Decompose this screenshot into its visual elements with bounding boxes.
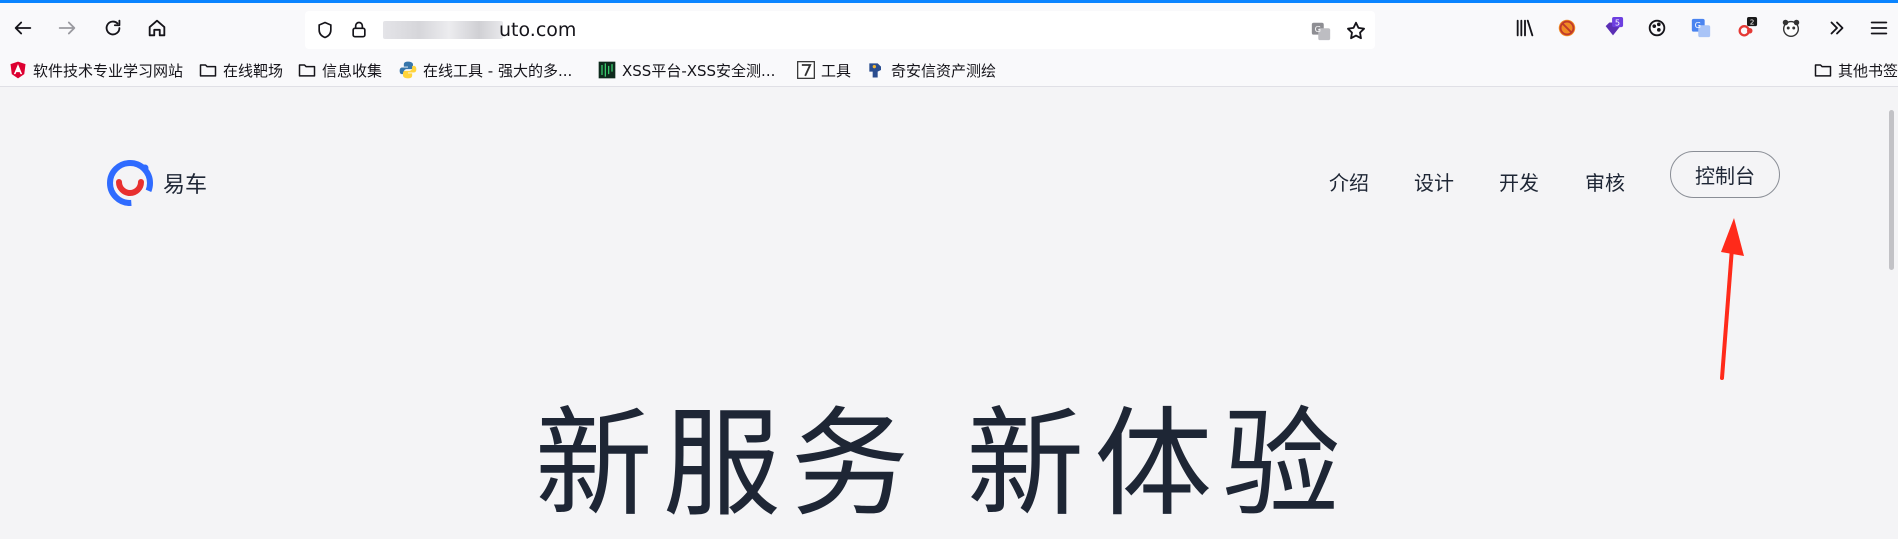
shield-icon[interactable] (315, 20, 335, 40)
xss-icon (597, 60, 617, 80)
svg-text:2: 2 (1750, 17, 1755, 26)
bookmark-item[interactable]: 在线工具 - 强大的多... (398, 60, 572, 80)
bookmark-label: 在线工具 - 强大的多... (423, 61, 573, 80)
translate-addon-icon: G (1691, 18, 1711, 38)
navigation-toolbar: uto.com G 5 G 2 (0, 3, 1898, 53)
panda-addon-button[interactable] (1774, 11, 1808, 45)
home-icon (148, 19, 166, 37)
cookie-addon-button[interactable] (1640, 11, 1674, 45)
hunter-icon (866, 60, 886, 80)
library-button[interactable] (1508, 11, 1542, 45)
reload-button[interactable] (96, 11, 130, 45)
brand-name: 易车 (163, 173, 208, 198)
yiche-logo-icon (106, 159, 154, 207)
seven-icon (796, 60, 816, 80)
home-button[interactable] (140, 11, 174, 45)
translate-addon-button[interactable]: G (1684, 11, 1718, 45)
red-dots-addon-icon: 2 (1738, 17, 1758, 37)
page-scrollbar[interactable] (1889, 110, 1894, 270)
bookmark-item[interactable]: 奇安信资产测绘 (866, 60, 996, 80)
red-dots-addon-button[interactable]: 2 (1730, 11, 1764, 45)
reload-icon (105, 19, 121, 36)
nav-design[interactable]: 设计 (1414, 167, 1454, 196)
nav-develop[interactable]: 开发 (1499, 167, 1539, 196)
back-button[interactable] (6, 11, 40, 45)
bookmark-item[interactable]: 工具 (796, 60, 851, 80)
site-logo[interactable]: 易车 (105, 158, 207, 208)
bookmark-item[interactable]: XSS平台-XSS安全测... (597, 60, 775, 80)
other-bookmarks-folder[interactable]: 其他书签 (1813, 60, 1898, 80)
overflow-icon (1830, 21, 1844, 35)
svg-text:5: 5 (1615, 17, 1620, 27)
forward-button[interactable] (50, 11, 84, 45)
folder-icon (1813, 60, 1833, 80)
bookmark-folder[interactable]: 信息收集 (297, 60, 382, 80)
bookmark-folder[interactable]: 在线靶场 (198, 60, 283, 80)
bookmark-label: 软件技术专业学习网站 (33, 61, 184, 80)
purple-addon-button[interactable]: 5 (1596, 11, 1630, 45)
blocked-addon-button[interactable] (1550, 11, 1584, 45)
purple-addon-icon: 5 (1605, 17, 1624, 36)
console-button[interactable]: 控制台 (1670, 151, 1780, 198)
lock-icon[interactable] (349, 20, 369, 40)
bookmark-label: 工具 (821, 61, 852, 80)
menu-icon (1870, 21, 1888, 35)
nav-intro[interactable]: 介绍 (1329, 167, 1369, 196)
bookmark-item[interactable]: 软件技术专业学习网站 (8, 60, 183, 80)
bookmark-label: 信息收集 (322, 61, 383, 80)
bookmark-label: 在线靶场 (223, 61, 284, 80)
url-text: uto.com (499, 19, 577, 41)
forward-icon (58, 21, 76, 35)
overflow-button[interactable] (1820, 11, 1854, 45)
menu-button[interactable] (1862, 11, 1896, 45)
web-page: 易车 介绍 设计 开发 审核 控制台 新服务 新体验 (0, 88, 1885, 539)
angular-icon (8, 60, 28, 80)
cookie-icon (1648, 19, 1666, 37)
hero-title: 新服务 新体验 (534, 395, 1351, 533)
annotation-arrow (1720, 218, 1744, 380)
svg-text:G: G (1695, 20, 1701, 30)
panda-addon-icon (1782, 19, 1800, 37)
url-bar[interactable]: uto.com G (305, 11, 1375, 49)
bookmark-label: XSS平台-XSS安全测... (622, 61, 776, 80)
folder-icon (198, 60, 218, 80)
bookmark-star-icon[interactable] (1345, 20, 1367, 42)
back-icon (14, 21, 32, 35)
translate-icon[interactable]: G (1310, 20, 1332, 42)
python-icon (398, 60, 418, 80)
folder-icon (297, 60, 317, 80)
bookmark-label: 奇安信资产测绘 (891, 61, 997, 80)
bookmark-label: 其他书签 (1838, 61, 1898, 80)
svg-text:G: G (1315, 24, 1321, 34)
nav-review[interactable]: 审核 (1585, 167, 1625, 196)
bookmarks-toolbar: 软件技术专业学习网站 在线靶场 信息收集 在线工具 - 强大的多... XSS平… (0, 53, 1898, 87)
redacted-url-part (383, 21, 503, 39)
blocked-addon-icon (1558, 19, 1576, 37)
library-icon (1516, 19, 1534, 37)
